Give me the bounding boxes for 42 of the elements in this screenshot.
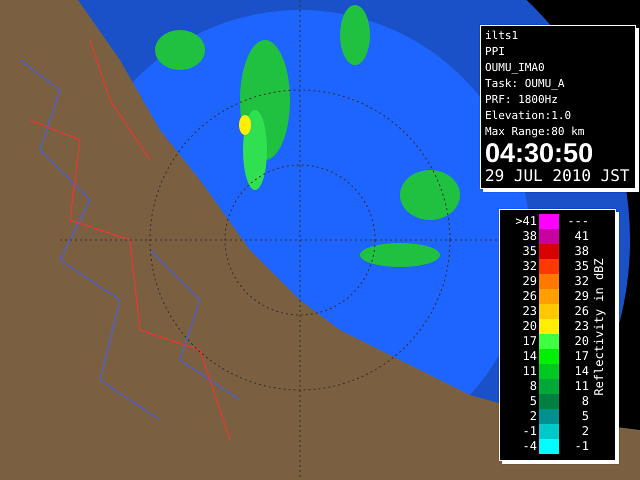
legend-low-value: -4 bbox=[522, 439, 538, 454]
legend-high-value: 26 bbox=[574, 304, 590, 319]
legend-low-value: 8 bbox=[528, 379, 538, 394]
legend-high-value: --- bbox=[566, 214, 590, 229]
legend-low-value: 14 bbox=[522, 349, 538, 364]
legend-low-value: 26 bbox=[522, 289, 538, 304]
info-line: PRF: 1800Hz bbox=[485, 92, 559, 108]
legend-high-value: 17 bbox=[574, 349, 590, 364]
legend-high-value: 38 bbox=[574, 244, 590, 259]
legend-high-value: 5 bbox=[580, 409, 590, 424]
legend-high-value: 32 bbox=[574, 274, 590, 289]
legend-high-value: 20 bbox=[574, 334, 590, 349]
legend-high-value: 29 bbox=[574, 289, 590, 304]
legend-low-value: 5 bbox=[528, 394, 538, 409]
legend-high-value: 23 bbox=[574, 319, 590, 334]
legend-high-value: 41 bbox=[574, 229, 590, 244]
legend-low-value: 35 bbox=[522, 244, 538, 259]
legend-high-value: 14 bbox=[574, 364, 590, 379]
legend-low-value: 2 bbox=[528, 409, 538, 424]
legend-low-value: 32 bbox=[522, 259, 538, 274]
legend-low-value: 29 bbox=[522, 274, 538, 289]
info-line: ilts1 bbox=[485, 28, 520, 44]
info-line: OUMU_IMA0 bbox=[485, 60, 546, 76]
legend-low-value: 20 bbox=[522, 319, 538, 334]
legend-low-value: 38 bbox=[522, 229, 538, 244]
legend-high-value: 2 bbox=[580, 424, 590, 439]
time-label: 04:30:50 bbox=[485, 140, 594, 166]
legend-low-value: -1 bbox=[522, 424, 538, 439]
legend-high-value: -1 bbox=[574, 439, 590, 454]
legend-low-value: >41 bbox=[514, 214, 538, 229]
legend-high-value: 8 bbox=[580, 394, 590, 409]
legend-low-value: 23 bbox=[522, 304, 538, 319]
info-line: Max Range:80 km bbox=[485, 124, 586, 140]
legend-low-value: 11 bbox=[522, 364, 538, 379]
legend-title: Reflectivity in dBZ bbox=[592, 257, 606, 397]
legend-low-value: 17 bbox=[522, 334, 538, 349]
info-line: PPI bbox=[485, 44, 506, 60]
info-line: Task: OUMU_A bbox=[485, 76, 566, 92]
date-label: 29 JUL 2010 JST bbox=[485, 166, 630, 186]
info-line: Elevation:1.0 bbox=[485, 108, 572, 124]
legend-high-value: 35 bbox=[574, 259, 590, 274]
legend-high-value: 11 bbox=[574, 379, 590, 394]
